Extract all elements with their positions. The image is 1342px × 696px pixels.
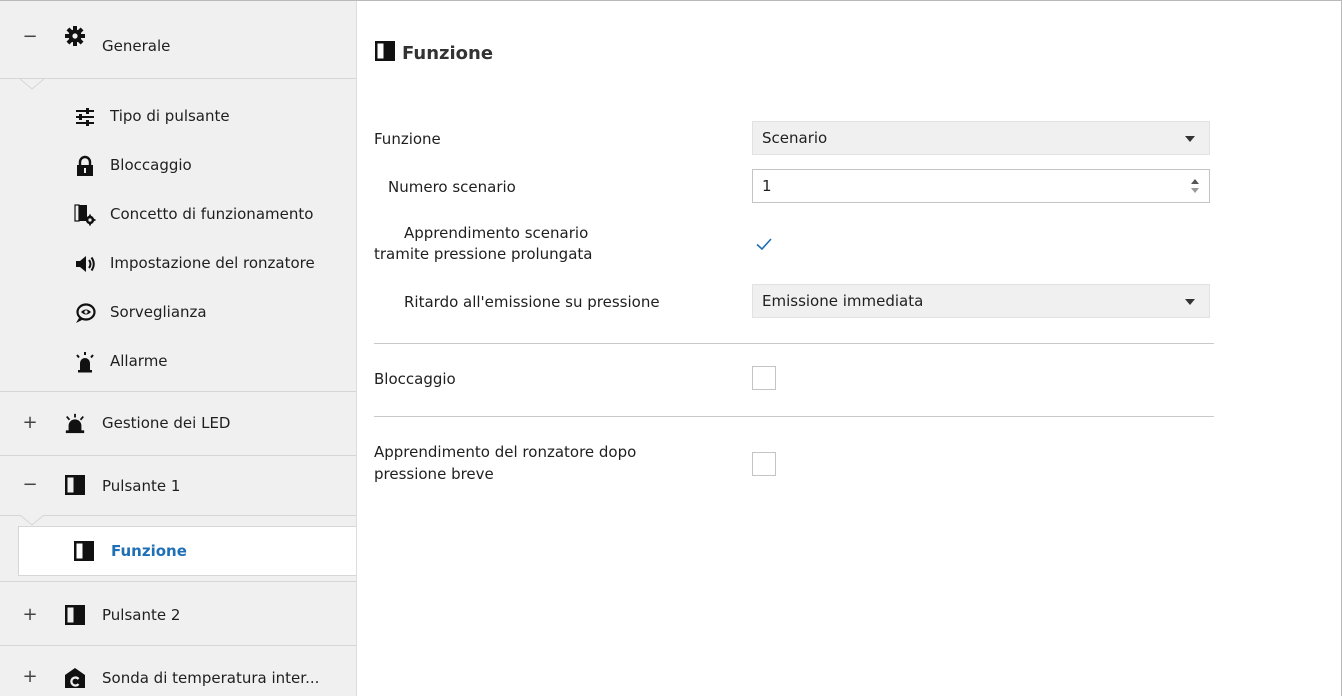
bloccaggio-checkbox[interactable] (752, 366, 776, 390)
funzione-label: Funzione (374, 130, 441, 148)
ronzatore-label-line2: pressione breve (374, 465, 494, 483)
button-settings-icon (74, 204, 96, 226)
sidebar-item-concetto[interactable]: Concetto di funzionamento (0, 199, 356, 231)
surveillance-eye-icon (74, 302, 96, 324)
sidebar-item-ronzatore[interactable]: Impostazione del ronzatore (0, 248, 356, 280)
ritardo-select[interactable]: Emissione immediata (752, 284, 1210, 318)
sidebar-item-pulsante-1[interactable]: − Pulsante 1 (0, 456, 356, 516)
funzione-select-value: Scenario (762, 129, 828, 147)
panel-notch (20, 79, 44, 90)
sidebar-item-label: Pulsante 1 (102, 477, 181, 495)
sidebar-item-label: Generale (102, 37, 171, 55)
sidebar-item-label: Bloccaggio (110, 156, 192, 174)
sidebar-item-generale[interactable]: − Generale (0, 1, 356, 79)
sidebar-item-label: Funzione (111, 542, 187, 560)
generale-subpanel: Tipo di pulsante Bloccaggio Concetto di … (0, 79, 356, 391)
push-button-icon (374, 40, 396, 66)
numero-scenario-spinner[interactable]: 1 (752, 169, 1210, 203)
ronzatore-label-line1: Apprendimento del ronzatore dopo (374, 443, 637, 461)
dropdown-arrow-icon (1185, 299, 1195, 305)
spin-up-icon[interactable] (1191, 179, 1199, 184)
sidebar-item-gestione-led[interactable]: + Gestione dei LED (0, 391, 356, 456)
push-button-icon (73, 540, 95, 562)
ritardo-select-value: Emissione immediata (762, 292, 924, 310)
led-light-icon (64, 412, 86, 434)
dropdown-arrow-icon (1185, 136, 1195, 142)
sidebar-item-label: Concetto di funzionamento (110, 205, 314, 223)
funzione-select[interactable]: Scenario (752, 121, 1210, 155)
expand-toggle[interactable]: + (22, 666, 38, 687)
sidebar-item-funzione[interactable]: Funzione (18, 526, 356, 576)
sidebar-item-label: Tipo di pulsante (110, 107, 230, 125)
panel-divider (356, 1, 357, 696)
sidebar-item-label: Sonda di temperatura inter... (102, 669, 320, 687)
page-title-text: Funzione (402, 42, 494, 64)
spin-down-icon[interactable] (1191, 188, 1199, 193)
sidebar-item-sonda[interactable]: + Sonda di temperatura inter... (0, 646, 356, 696)
ronzatore-checkbox[interactable] (752, 452, 776, 476)
apprendimento-checkbox[interactable] (752, 232, 776, 256)
push-button-icon (64, 474, 86, 496)
page-title: Funzione (374, 40, 493, 66)
checkmark-icon (756, 238, 772, 251)
separator (374, 343, 1214, 344)
push-button-icon (64, 604, 86, 626)
sidebar-item-label: Pulsante 2 (102, 606, 181, 624)
expand-toggle[interactable]: + (22, 604, 38, 625)
apprendimento-label-line1: Apprendimento scenario (404, 224, 589, 242)
sidebar-item-tipo-di-pulsante[interactable]: Tipo di pulsante (0, 101, 356, 133)
pulsante1-subpanel: Funzione (0, 515, 356, 580)
sidebar-item-label: Gestione dei LED (102, 414, 231, 432)
bloccaggio-label: Bloccaggio (374, 370, 456, 388)
separator (374, 416, 1214, 417)
lock-icon (74, 155, 96, 177)
numero-scenario-label: Numero scenario (388, 178, 516, 196)
sidebar-item-label: Sorveglianza (110, 303, 207, 321)
sidebar-item-allarme[interactable]: Allarme (0, 346, 356, 378)
gear-icon (64, 25, 86, 47)
sidebar-item-sorveglianza[interactable]: Sorveglianza (0, 297, 356, 329)
ritardo-label: Ritardo all'emissione su pressione (404, 293, 660, 311)
collapse-toggle[interactable]: − (22, 474, 38, 495)
sidebar: − Generale Tipo di pulsante Bloccaggio C… (0, 1, 356, 696)
sidebar-item-pulsante-2[interactable]: + Pulsante 2 (0, 581, 356, 646)
sidebar-item-bloccaggio[interactable]: Bloccaggio (0, 150, 356, 182)
sliders-icon (74, 106, 96, 128)
alarm-siren-icon (74, 351, 96, 373)
apprendimento-label-line2: tramite pressione prolungata (374, 245, 593, 263)
collapse-toggle[interactable]: − (22, 26, 38, 47)
sidebar-item-label: Impostazione del ronzatore (110, 254, 315, 272)
expand-toggle[interactable]: + (22, 412, 38, 433)
speaker-icon (74, 253, 96, 275)
sidebar-item-label: Allarme (110, 352, 168, 370)
temperature-sensor-icon (64, 667, 86, 689)
numero-scenario-value: 1 (762, 177, 772, 195)
